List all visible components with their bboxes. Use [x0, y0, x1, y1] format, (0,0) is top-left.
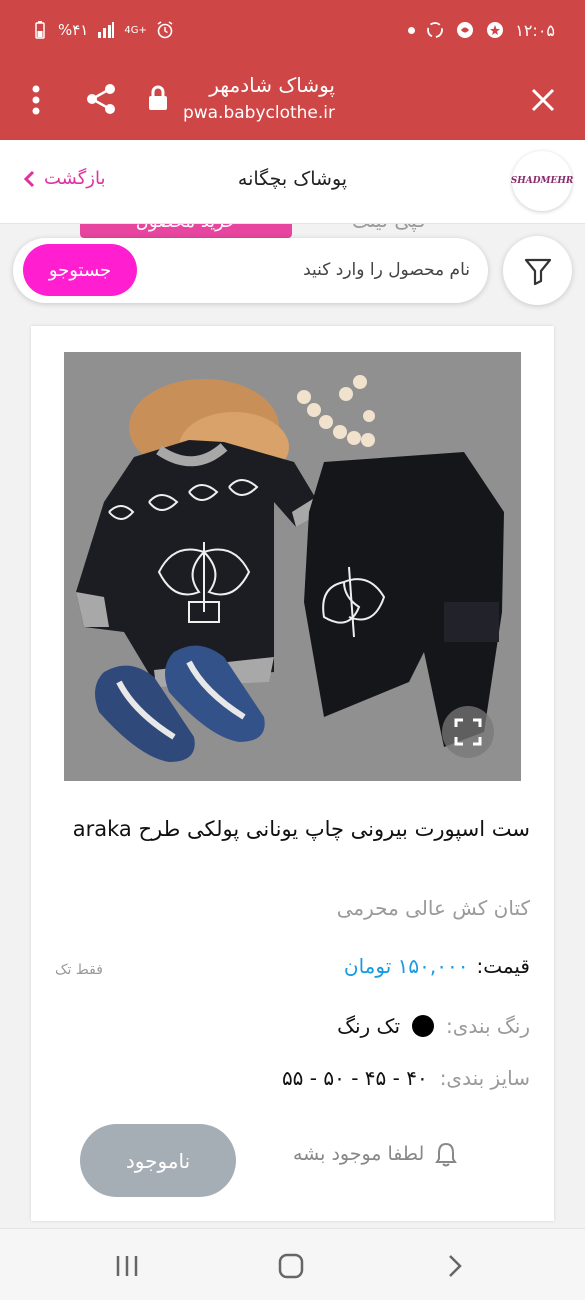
search-input[interactable]: [180, 254, 470, 286]
app-notification-icon: [455, 20, 475, 40]
product-name: ست اسپورت بیرونی چاپ یونانی پولکی طرح ar…: [72, 817, 530, 841]
color-label: رنگ بندی:: [446, 1014, 530, 1038]
price-label: قیمت:: [476, 954, 530, 978]
single-only-badge: فقط تک: [55, 962, 103, 978]
copy-link-text[interactable]: کپی لینک: [352, 224, 427, 232]
color-swatch[interactable]: [412, 1015, 435, 1037]
notify-me-button[interactable]: لطفا موجود بشه: [293, 1141, 458, 1167]
notification-dot-icon: [408, 26, 416, 34]
product-card: ست اسپورت بیرونی چاپ یونانی پولکی طرح ar…: [31, 326, 554, 1221]
back-nav-icon[interactable]: [440, 1251, 470, 1281]
status-left: %۴۱ 4G+: [30, 20, 175, 40]
signal-icon: [96, 20, 116, 40]
price-row: قیمت: ۱۵۰,۰۰۰ تومان: [344, 954, 530, 978]
clock: ۱۲:۰۵: [515, 20, 555, 40]
alarm-icon: [155, 20, 175, 40]
price-value: ۱۵۰,۰۰۰ تومان: [343, 954, 469, 978]
share-icon[interactable]: [84, 82, 118, 116]
recent-apps-icon[interactable]: [112, 1251, 142, 1281]
site-url: pwa.babyclothe.ir: [182, 103, 335, 123]
app-header: SHADMEHR پوشاک بچگانه بازگشت: [0, 140, 585, 224]
size-value: ۴۰ - ۴۵ - ۵۰ - ۵۵: [281, 1066, 428, 1090]
size-label: سایز بندی:: [439, 1066, 530, 1090]
bell-icon: [435, 1142, 458, 1167]
custom-tab-bar: پوشاک شادمهر pwa.babyclothe.ir: [0, 62, 585, 140]
more-options-icon[interactable]: [24, 80, 48, 120]
size-row: سایز بندی: ۴۰ - ۴۵ - ۵۰ - ۵۵: [282, 1066, 530, 1090]
sync-icon: [425, 20, 445, 40]
battery-percent: %۴۱: [58, 21, 89, 39]
tab-title-box: پوشاک شادمهر pwa.babyclothe.ir: [183, 70, 335, 126]
chevron-left-icon: [23, 170, 35, 187]
filter-button[interactable]: [503, 236, 572, 305]
search-bar: جستوجو: [13, 238, 488, 303]
home-icon[interactable]: [276, 1251, 306, 1281]
color-row: رنگ بندی: تک رنگ: [337, 1014, 530, 1038]
out-of-stock-button[interactable]: ناموجود: [80, 1124, 236, 1197]
system-nav-bar: [0, 1228, 585, 1300]
star-badge-icon: [485, 20, 505, 40]
product-image[interactable]: [64, 352, 521, 781]
notify-label: لطفا موجود بشه: [293, 1143, 425, 1165]
buy-product-button[interactable]: خرید محصول: [80, 224, 292, 238]
search-button[interactable]: جستوجو: [23, 244, 137, 296]
product-subtitle: کتان کش عالی محرمی: [336, 896, 530, 920]
battery-icon: [30, 20, 50, 40]
back-button[interactable]: بازگشت: [22, 168, 106, 189]
network-type: 4G+: [124, 24, 147, 36]
close-icon[interactable]: [523, 80, 563, 120]
color-value: تک رنگ: [337, 1014, 401, 1038]
back-label: بازگشت: [44, 168, 106, 189]
filter-icon: [524, 258, 551, 285]
expand-image-icon[interactable]: [442, 706, 494, 758]
status-bar: %۴۱ 4G+ ۱۲:۰۵: [0, 0, 585, 62]
lock-icon[interactable]: [146, 84, 170, 112]
site-title: پوشاک شادمهر: [209, 73, 335, 97]
status-right: ۱۲:۰۵: [408, 20, 555, 40]
